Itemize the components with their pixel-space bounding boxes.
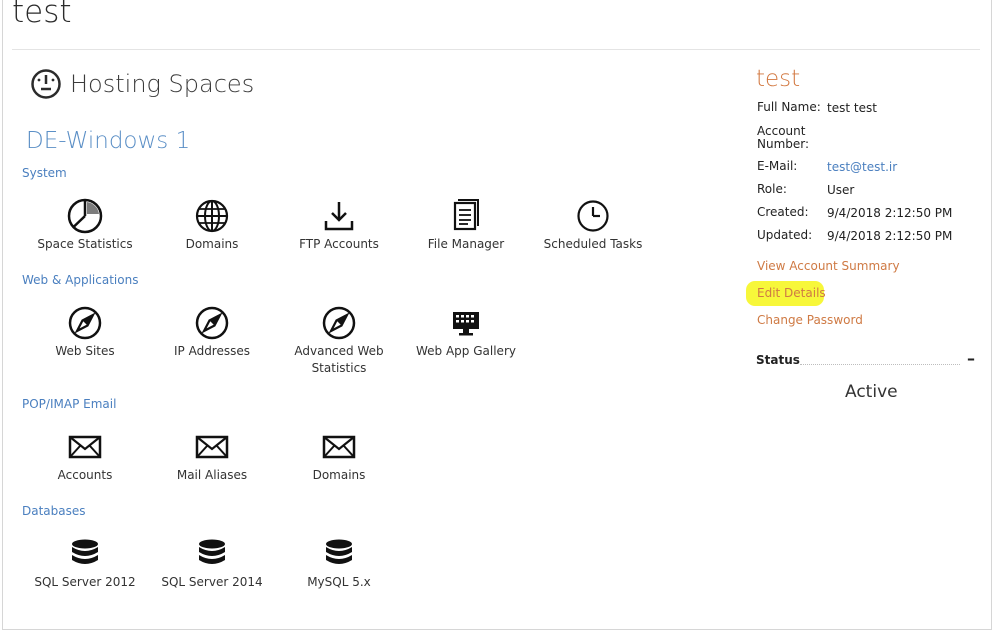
mysql-5x-tile[interactable]: MySQL 5.x [276,534,402,591]
document-icon [453,199,479,231]
view-account-summary-link[interactable]: View Account Summary [757,259,900,273]
tile-label: Advanced Web Statistics [294,344,384,375]
domains-tile[interactable]: Domains [149,196,275,253]
web-app-gallery-tile[interactable]: Web App Gallery [403,303,529,360]
title-divider [12,49,980,50]
pie-chart-icon [67,198,103,234]
edit-details-link[interactable]: Edit Details [757,286,826,300]
file-manager-tile[interactable]: File Manager [403,196,529,253]
envelope-icon [68,435,102,459]
tile-label: Space Statistics [37,237,133,251]
field-key: Account Number: [757,124,810,151]
database-icon [326,539,352,564]
compass-icon [322,306,356,340]
field-value: 9/4/2018 2:12:50 PM [827,229,953,243]
tile-label: Domains [312,468,366,482]
mail-domains-tile[interactable]: Domains [276,427,402,484]
tile-label: File Manager [427,237,505,251]
category-system: System [22,166,67,180]
field-key: Updated: [757,228,813,242]
tile-label: Mail Aliases [176,468,248,482]
envelope-icon [195,435,229,459]
tile-label: Web App Gallery [416,344,516,358]
tile-label: MySQL 5.x [307,575,371,589]
space-name-link[interactable]: DE-Windows 1 [26,128,190,154]
sql-server-2014-tile[interactable]: SQL Server 2014 [149,534,275,591]
email-accounts-tile[interactable]: Accounts [22,427,148,484]
account-name: test [756,66,801,92]
hosting-spaces-header: Hosting Spaces [30,68,254,100]
field-key: E-Mail: [757,159,798,173]
sql-server-2012-tile[interactable]: SQL Server 2012 [22,534,148,591]
advanced-web-statistics-tile[interactable]: Advanced Web Statistics [276,303,402,377]
globe-icon [195,199,229,233]
category-databases: Databases [22,504,86,518]
monitor-icon [453,312,479,336]
tile-label: SQL Server 2012 [34,575,136,589]
tile-label: IP Addresses [173,344,250,358]
ftp-accounts-tile[interactable]: FTP Accounts [276,196,402,253]
database-icon [72,539,98,564]
field-value: test test [827,101,877,115]
status-label: Status [756,353,800,367]
compass-icon [68,306,102,340]
status-value: Active [845,382,898,402]
field-key: Created: [757,205,809,219]
download-icon [324,202,354,231]
speedometer-icon [31,69,61,99]
tile-label: Scheduled Tasks [543,237,643,251]
scheduled-tasks-tile[interactable]: Scheduled Tasks [530,196,656,253]
mail-aliases-tile[interactable]: Mail Aliases [149,427,275,484]
tile-label: SQL Server 2014 [161,575,263,589]
change-password-link[interactable]: Change Password [757,313,863,327]
tile-label: FTP Accounts [299,237,379,251]
space-statistics-tile[interactable]: Space Statistics [22,196,148,253]
web-sites-tile[interactable]: Web Sites [22,303,148,360]
page-title: test [12,0,72,30]
ip-addresses-tile[interactable]: IP Addresses [149,303,275,360]
field-key: Role: [757,182,787,196]
hosting-spaces-title: Hosting Spaces [70,70,255,98]
status-collapse-button[interactable]: – [967,349,975,368]
tile-label: Accounts [57,468,113,482]
tile-label: Domains [185,237,239,251]
category-email: POP/IMAP Email [22,397,117,411]
database-icon [199,539,225,564]
field-value: 9/4/2018 2:12:50 PM [827,206,953,220]
email-link[interactable]: test@test.ir [827,160,897,174]
envelope-icon [322,435,356,459]
category-web-applications: Web & Applications [22,273,139,287]
field-value: User [827,183,855,197]
status-divider [800,364,960,365]
compass-icon [195,306,229,340]
clock-icon [577,200,609,232]
field-key: Full Name: [757,100,821,114]
tile-label: Web Sites [55,344,115,358]
